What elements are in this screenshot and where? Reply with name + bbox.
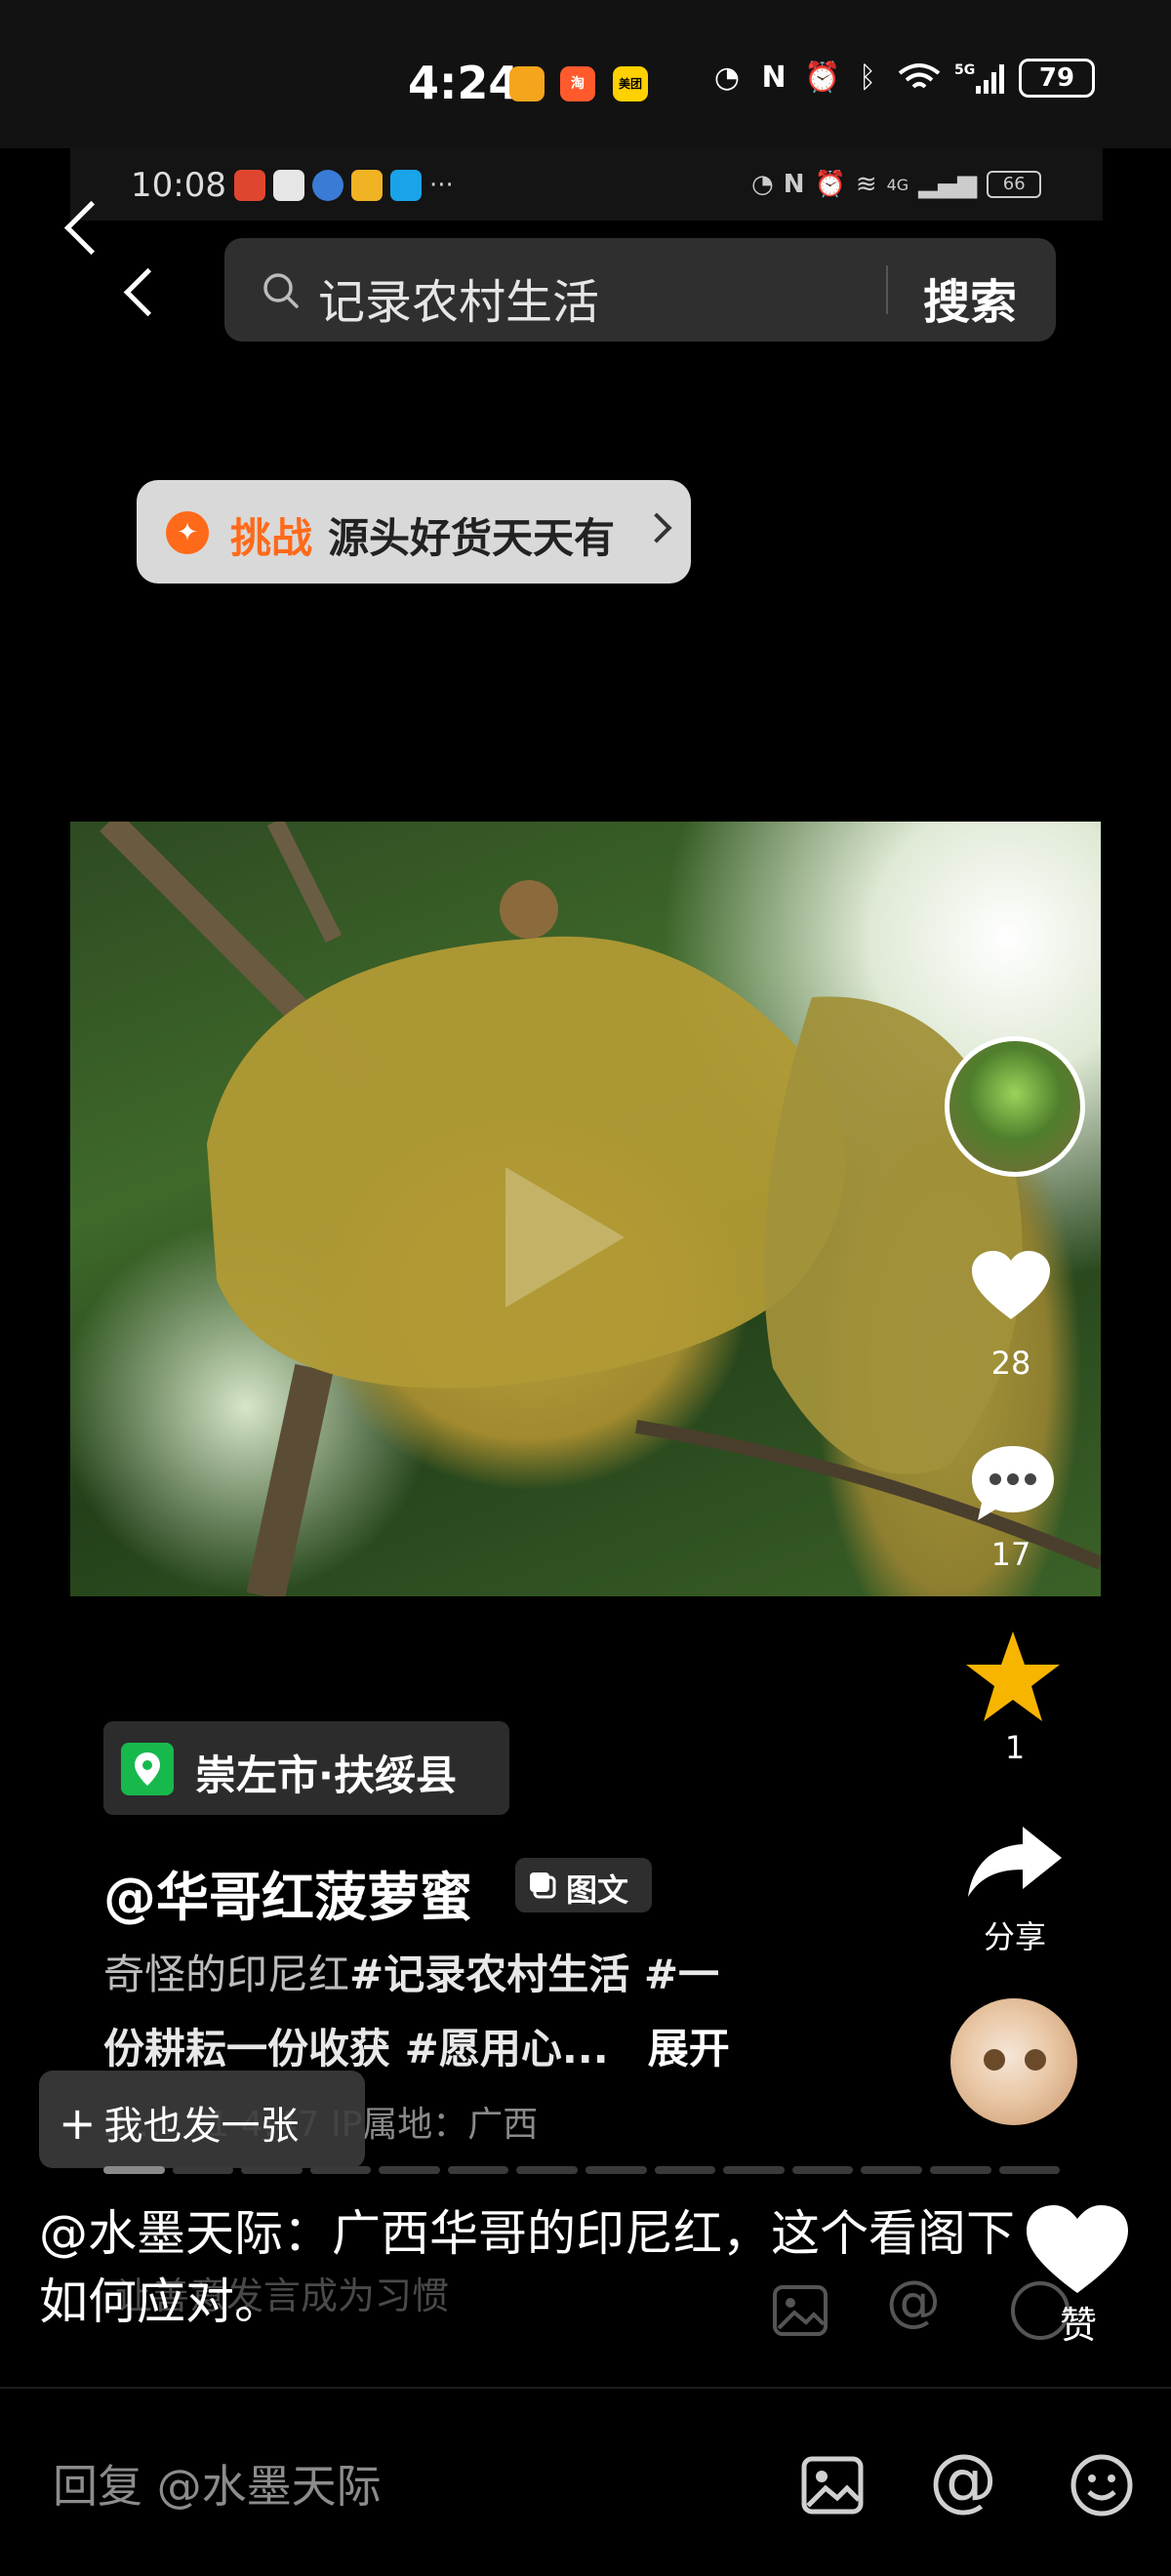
post-also-label: + 我也发一张 [59, 2094, 300, 2151]
app-icon-search [390, 170, 422, 201]
back-icon[interactable] [123, 267, 173, 317]
post-also-text: 我也发一张 [103, 2104, 300, 2149]
inner-status-icons: ◔ N ⏰ ≋ 4G ▂▄▆ 66 [751, 170, 1042, 199]
battery-indicator: 79 [1019, 59, 1095, 98]
progress-segment [172, 2166, 234, 2174]
challenge-tag: 挑战 [230, 514, 313, 562]
progress-segment [586, 2166, 647, 2174]
inner-battery: 66 [987, 171, 1042, 198]
svg-text:5G: 5G [954, 62, 975, 78]
search-divider [886, 265, 888, 314]
status-time: 4:24 [408, 57, 520, 109]
share-icon[interactable] [964, 1823, 1066, 1901]
faint-image-icon [773, 2285, 828, 2336]
app-icon-lion [234, 170, 265, 201]
post-description-line2: 份耕耘一份收获 #愿用心... 展开 [103, 2016, 730, 2075]
progress-segment [241, 2166, 303, 2174]
reply-divider [0, 2387, 1171, 2389]
app-icon-mail [273, 170, 304, 201]
inner-signal-icon: 4G [886, 175, 909, 194]
progress-segment [654, 2166, 716, 2174]
taobao-badge: 淘 [560, 66, 595, 101]
meituan-badge: 美团 [613, 66, 648, 101]
avatar-eye-left [984, 2049, 1005, 2071]
alarm-icon: ⏰ [804, 60, 841, 95]
wifi-icon [898, 63, 941, 89]
comment-like-icon[interactable] [1027, 2205, 1128, 2295]
play-icon[interactable] [505, 1167, 625, 1308]
progress-segment [103, 2166, 165, 2174]
app-badge-orange [509, 66, 545, 101]
image-text-icon [530, 1872, 556, 1899]
signal-5g-icon: 5G [954, 62, 1004, 94]
image-progress [103, 2166, 1061, 2174]
post-description-line1: 奇怪的印尼红#记录农村生活 #一 [103, 1942, 719, 2001]
inner-app-icons: ··· [234, 170, 454, 201]
status-icons: ◔ N ⏰ ᛒ 5G 79 [710, 59, 1095, 98]
challenge-text: 源头好货天天有 [328, 514, 616, 562]
like-icon[interactable] [972, 1251, 1050, 1321]
comment-count: 17 [990, 1536, 1031, 1573]
comment-text: @水墨天际：广西华哥的印尼红，这个看阁下如何应对。 [39, 2205, 1015, 2330]
image-icon[interactable] [800, 2453, 865, 2517]
expand-link[interactable]: 展开 [648, 2025, 730, 2073]
inner-speed-icon: ◔ [751, 170, 774, 199]
progress-segment [861, 2166, 922, 2174]
bluetooth-icon: ᛒ [859, 60, 876, 95]
star-icon[interactable] [964, 1630, 1062, 1723]
inner-signal-bars-icon: ▂▄▆ [918, 170, 978, 199]
description-text: 奇怪的印尼红 [103, 1951, 350, 1998]
progress-segment [309, 2166, 372, 2174]
at-icon[interactable]: @ [929, 2439, 997, 2519]
hashtag-text-2[interactable]: 份耕耘一份收获 #愿用心... [103, 2025, 609, 2073]
share-label[interactable]: 分享 [956, 1912, 1073, 1957]
inner-status-time: 10:08 [131, 166, 226, 205]
progress-segment [929, 2166, 991, 2174]
more-icon: ··· [429, 171, 454, 200]
progress-segment [723, 2166, 785, 2174]
progress-segment [516, 2166, 579, 2174]
plus-icon: + [59, 2097, 97, 2150]
comment-icon[interactable] [968, 1442, 1058, 1526]
inner-wifi-icon: ≋ [855, 170, 877, 199]
location-icon [121, 1743, 174, 1795]
search-button[interactable]: 搜索 [923, 263, 1017, 332]
progress-segment [379, 2166, 440, 2174]
type-tag-label: 图文 [566, 1872, 629, 1909]
author-name[interactable]: @华哥红菠萝蜜 [103, 1854, 472, 1931]
hashtag-text[interactable]: #记录农村生活 #一 [349, 1951, 719, 1998]
avatar-eye-right [1025, 2049, 1046, 2071]
favorite-count: 1 [1004, 1729, 1026, 1766]
inner-alarm-icon: ⏰ [814, 170, 846, 199]
inner-nfc-icon: N [783, 170, 805, 199]
app-icon-yellow [351, 170, 383, 201]
challenge-icon: ✦ [166, 511, 209, 554]
progress-segment [998, 2166, 1061, 2174]
app-icon-globe [312, 170, 343, 201]
reply-input[interactable]: 回复 @水墨天际 [53, 2451, 382, 2516]
nfc-icon: N [761, 60, 787, 95]
progress-segment [791, 2166, 854, 2174]
speed-icon: ◔ [713, 60, 741, 95]
comment-like-label[interactable]: 赞 [1060, 2295, 1097, 2349]
commenter-avatar[interactable] [950, 1998, 1077, 2125]
search-input[interactable]: 记录农村生活 [318, 263, 599, 332]
search-icon [263, 273, 299, 308]
location-text: 崇左市·扶绥县 [195, 1751, 457, 1799]
like-count: 28 [990, 1345, 1031, 1382]
faint-at-icon: @ [886, 2270, 941, 2333]
emoji-icon[interactable] [1070, 2453, 1134, 2517]
author-avatar[interactable] [945, 1036, 1085, 1177]
progress-segment [447, 2166, 509, 2174]
